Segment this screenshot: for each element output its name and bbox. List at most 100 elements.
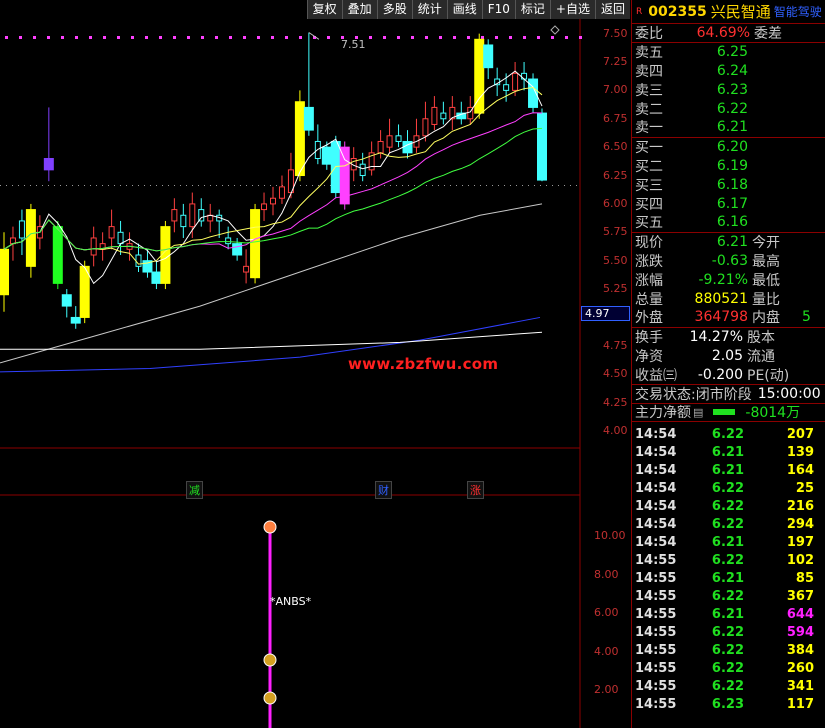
candle	[90, 226, 97, 267]
tick-row: 14:55 6.22 102	[632, 552, 825, 570]
indicator-tick: 2.00	[594, 683, 619, 696]
bids-label: 买一	[635, 140, 663, 157]
toolbar-btn-2[interactable]: 多股	[376, 0, 412, 19]
signal-dot	[285, 36, 288, 39]
tick-volume: 367	[786, 589, 814, 605]
asks-row[interactable]: 卖一 6.21	[632, 118, 825, 137]
tick-time: 14:54	[635, 427, 677, 443]
bids-price: 6.20	[716, 139, 748, 156]
doc-icon[interactable]: ▤	[693, 406, 703, 419]
fund-row: 净资 2.05 流通	[632, 347, 825, 366]
candle	[189, 192, 196, 238]
quote-row: 现价 6.21 今开	[632, 233, 825, 252]
signal-dot	[481, 36, 484, 39]
asks-row[interactable]: 卖二 6.22	[632, 99, 825, 118]
toolbar-btn-8[interactable]: 返回	[594, 0, 630, 19]
quote-row: 涨幅 -9.21% 最低	[632, 270, 825, 289]
signal-dot	[61, 36, 64, 39]
candle	[108, 209, 115, 250]
tick-time: 14:55	[635, 661, 677, 677]
candle	[117, 220, 124, 256]
tick-price: 6.22	[711, 553, 744, 569]
candle	[303, 32, 314, 136]
toolbar-btn-0[interactable]: 复权	[306, 0, 342, 19]
candle	[232, 237, 243, 261]
tick-time: 14:55	[635, 697, 677, 713]
stock-name[interactable]: 兴民智通	[711, 1, 771, 22]
toolbar-btn-7[interactable]: +自选	[549, 0, 595, 19]
price-tick: 4.50	[603, 367, 628, 381]
signal-dot	[89, 36, 92, 39]
tick-price: 6.22	[711, 643, 744, 659]
asks-label: 卖四	[635, 64, 663, 80]
peak-price-label: 7.51	[341, 38, 366, 51]
tick-row: 14:54 6.22 216	[632, 498, 825, 516]
candle	[314, 124, 321, 165]
event-tag[interactable]: 涨	[467, 481, 484, 499]
tick-time: 14:54	[635, 517, 677, 533]
candle	[180, 203, 187, 238]
quote-value: 6.21	[716, 234, 748, 251]
tick-row: 14:54 6.22 207	[632, 426, 825, 444]
signal-dot	[397, 36, 400, 39]
asks-label: 卖一	[635, 120, 663, 137]
candle	[494, 67, 501, 97]
toolbar-btn-1[interactable]: 叠加	[341, 0, 377, 19]
quote-row: 外盘 364798 内盘 5	[632, 308, 825, 327]
candle	[198, 198, 205, 227]
tick-row: 14:55 6.21 644	[632, 606, 825, 624]
tick-volume: 260	[786, 661, 814, 677]
event-tag[interactable]: 财	[375, 481, 392, 499]
bids-row[interactable]: 买二 6.19	[632, 157, 825, 176]
tick-price: 6.22	[711, 481, 744, 497]
candle	[474, 33, 485, 119]
price-tick: 6.25	[603, 168, 628, 182]
tick-row: 14:55 6.21 85	[632, 570, 825, 588]
asks-row[interactable]: 卖四 6.24	[632, 62, 825, 81]
tick-price: 6.22	[711, 679, 744, 695]
watermark: www.zbzfwu.com	[348, 355, 499, 373]
tick-volume: 139	[786, 445, 814, 461]
asks-price: 6.24	[716, 62, 748, 79]
indicator-tick: 4.00	[594, 644, 619, 658]
indicator-tick: 10.00	[594, 529, 626, 542]
tick-price: 6.22	[711, 499, 744, 515]
bids-price: 6.16	[716, 214, 748, 231]
tick-time: 14:55	[635, 571, 677, 587]
signal-dot	[383, 36, 386, 39]
bids-row[interactable]: 买三 6.18	[632, 175, 825, 194]
candle	[287, 152, 294, 199]
fund-right-label: PE(动)	[747, 367, 790, 384]
toolbar-btn-5[interactable]: F10	[481, 0, 515, 19]
stock-code[interactable]: 002355	[648, 4, 706, 20]
main-flow-label: 主力净额	[635, 405, 691, 422]
toolbar-btn-4[interactable]: 画线	[446, 0, 482, 19]
money-bag-icon	[263, 653, 277, 667]
candle	[225, 226, 232, 250]
tick-list[interactable]: 14:54 6.22 207 14:54 6.21 139 14:54 6.21 164 14:5…	[632, 426, 825, 714]
signal-dot	[19, 36, 22, 39]
candle	[321, 141, 332, 170]
order-ratio-row: 委比 64.69% 委差	[632, 23, 825, 42]
quote-row: 总量 880521 量比	[632, 289, 825, 308]
tick-price: 6.22	[711, 517, 744, 533]
asks-row[interactable]: 卖五 6.25	[632, 43, 825, 62]
tick-price: 6.21	[711, 445, 744, 461]
signal-dot	[439, 36, 442, 39]
asks-row[interactable]: 卖三 6.23	[632, 80, 825, 99]
tick-volume: 85	[795, 571, 814, 587]
bids-row[interactable]: 买五 6.16	[632, 213, 825, 232]
signal-dot	[173, 36, 176, 39]
stock-header: R 002355 兴民智通 智能驾驶	[632, 0, 825, 23]
toolbar-btn-6[interactable]: 标记	[514, 0, 550, 19]
kline-chart-area[interactable]: 7.50 7.25 7.00 6.75 6.50 6.25 6.00 5.75 5.50 5.25…	[0, 0, 630, 728]
tick-time: 14:55	[635, 643, 677, 659]
event-tag[interactable]: 减	[186, 481, 203, 499]
fund-label: 收益㈢	[635, 367, 677, 384]
bids-row[interactable]: 买一 6.20	[632, 138, 825, 157]
fund-label: 净资	[635, 348, 663, 365]
signal-dot	[565, 36, 568, 39]
toolbar-btn-3[interactable]: 统计	[411, 0, 447, 19]
order-ratio-value: 64.69%	[696, 24, 750, 41]
bids-row[interactable]: 买四 6.17	[632, 194, 825, 213]
